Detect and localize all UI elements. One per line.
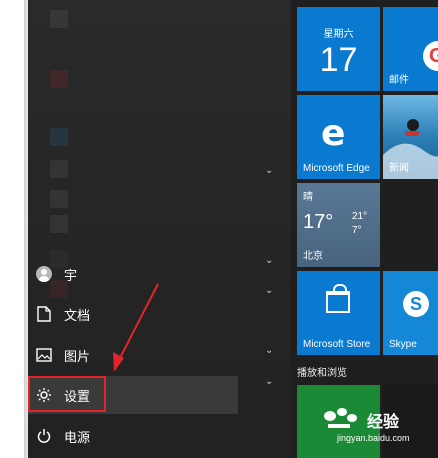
weather-low-temp: 7° — [352, 225, 362, 236]
ghost-row — [50, 190, 74, 212]
weather-city: 北京 — [303, 251, 323, 262]
skype-tile[interactable]: S Skype — [383, 271, 438, 355]
weather-high-temp: 21° — [352, 211, 368, 222]
user-avatar-icon — [36, 266, 52, 282]
document-icon — [36, 306, 52, 322]
tile-group-label: 播放和浏览 — [297, 368, 347, 379]
store-bag-icon — [326, 284, 350, 313]
user-name: 宇 — [64, 267, 78, 283]
picture-icon — [36, 347, 52, 363]
documents-button[interactable]: 文档 — [28, 295, 238, 333]
ghost-row — [50, 128, 74, 150]
chevron-down-icon[interactable]: ⌄ — [265, 286, 275, 296]
chevron-down-icon[interactable]: ⌄ — [265, 256, 275, 266]
calendar-tile[interactable]: 星期六 17 — [297, 7, 380, 91]
ghost-row — [50, 160, 74, 182]
edge-label: Microsoft Edge — [303, 163, 370, 174]
skype-label: Skype — [389, 339, 417, 350]
news-tile[interactable]: 新闻 — [383, 95, 438, 179]
news-label: 新闻 — [389, 163, 409, 174]
google-icon — [423, 41, 438, 71]
watermark: 经验 jingyan.baidu.com — [312, 402, 438, 452]
documents-label: 文档 — [64, 307, 91, 323]
edge-icon: e — [321, 113, 346, 154]
mail-label: 邮件 — [389, 75, 409, 86]
watermark-url: jingyan.baidu.com — [337, 433, 410, 443]
chevron-down-icon[interactable]: ⌄ — [265, 166, 275, 176]
calendar-date: 17 — [319, 41, 358, 79]
power-label: 电源 — [64, 429, 91, 445]
edge-tile[interactable]: e Microsoft Edge — [297, 95, 380, 179]
left-rail — [0, 0, 24, 458]
ghost-row — [50, 70, 74, 92]
chevron-down-icon[interactable]: ⌄ — [265, 346, 275, 356]
settings-highlight-box — [28, 376, 106, 412]
user-account-button[interactable]: 宇 — [28, 255, 238, 293]
pictures-label: 图片 — [64, 348, 91, 364]
ghost-row — [50, 10, 74, 32]
store-tile[interactable]: Microsoft Store — [297, 271, 380, 355]
calendar-day: 星期六 — [323, 29, 354, 40]
paw-logo-icon — [324, 408, 357, 428]
watermark-text: 经验 — [367, 414, 400, 431]
weather-current-temp: 17° — [303, 211, 334, 233]
pictures-button[interactable]: 图片 — [28, 336, 238, 374]
power-icon — [36, 428, 52, 444]
skype-icon: S — [403, 291, 429, 317]
mail-tile[interactable]: 邮件 — [383, 7, 438, 91]
store-label: Microsoft Store — [303, 339, 371, 350]
weather-condition: 晴 — [303, 192, 313, 203]
chevron-down-icon[interactable]: ⌄ — [265, 377, 275, 387]
weather-tile[interactable]: 晴 17° 21° 7° 北京 — [297, 183, 380, 267]
screenshot-frame: ⌄ ⌄ ⌄ ⌄ ⌄ 宇 文档 图片 设置 电源 星期六 17 G 邮件 e Mi… — [0, 0, 438, 458]
ghost-row — [50, 215, 74, 237]
power-button[interactable]: 电源 — [28, 417, 238, 455]
